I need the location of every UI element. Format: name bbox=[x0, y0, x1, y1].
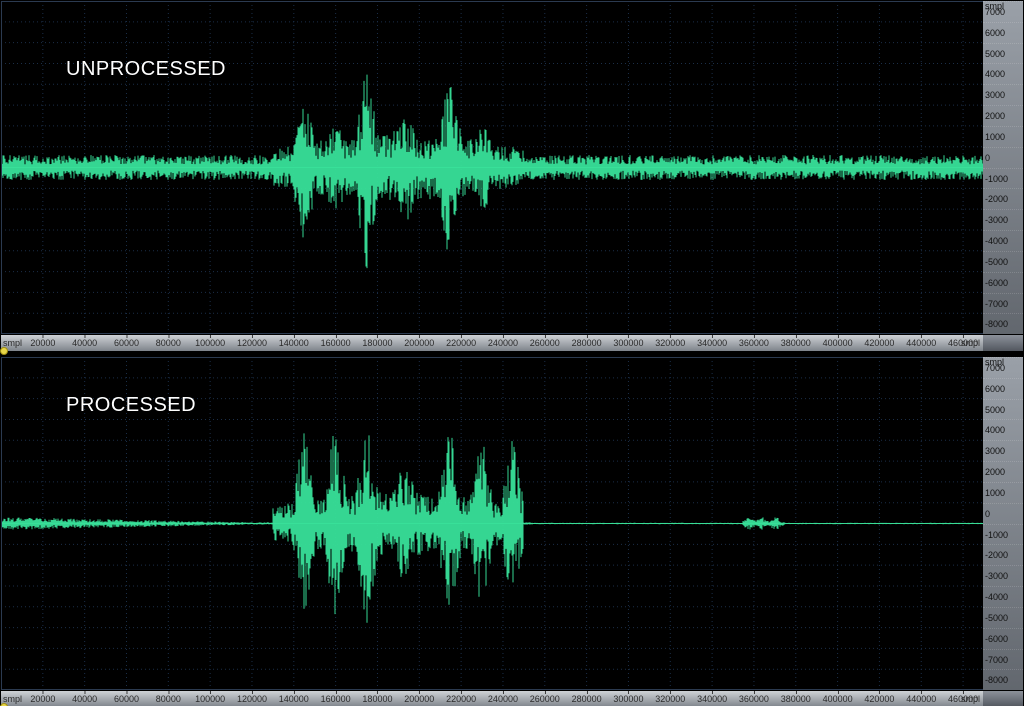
x-tick-label: 420000 bbox=[864, 338, 894, 348]
x-tick-label: 460000 bbox=[948, 338, 978, 348]
pane-processed: PROCESSED smpl 7000600050004000300020001… bbox=[0, 356, 1024, 706]
y-tick-label: -8000 bbox=[983, 670, 1023, 690]
y-tick-label: -7000 bbox=[983, 293, 1023, 314]
x-tick-label: 300000 bbox=[613, 338, 643, 348]
y-axis-unit: smpl bbox=[985, 1, 1004, 11]
x-tick-label: 440000 bbox=[906, 338, 936, 348]
y-tick-label: -5000 bbox=[983, 251, 1023, 272]
y-axis-unit: smpl bbox=[985, 357, 1004, 367]
x-tick-label: 360000 bbox=[739, 338, 769, 348]
page-root: UNPROCESSED smpl 70006000500040003000200… bbox=[0, 0, 1024, 706]
y-tick-label: 6000 bbox=[983, 378, 1023, 399]
x-tick-label: 260000 bbox=[530, 338, 560, 348]
y-tick-label: 1000 bbox=[983, 126, 1023, 147]
x-tick-label: 400000 bbox=[823, 694, 853, 704]
x-tick-label: 140000 bbox=[279, 338, 309, 348]
x-tick-label: 220000 bbox=[446, 694, 476, 704]
x-tick-label: 40000 bbox=[72, 694, 97, 704]
x-tick-label: 260000 bbox=[530, 694, 560, 704]
x-tick-label: 240000 bbox=[488, 694, 518, 704]
x-tick-label: 120000 bbox=[237, 694, 267, 704]
x-tick-label: 280000 bbox=[572, 694, 602, 704]
x-tick-label: 440000 bbox=[906, 694, 936, 704]
y-tick-label: -2000 bbox=[983, 545, 1023, 566]
y-tick-label: -4000 bbox=[983, 587, 1023, 608]
x-tick-label: 360000 bbox=[739, 694, 769, 704]
pane-title-unprocessed: UNPROCESSED bbox=[66, 58, 226, 81]
y-tick-label: 3000 bbox=[983, 441, 1023, 462]
x-tick-label: 420000 bbox=[864, 694, 894, 704]
y-tick-label: -5000 bbox=[983, 607, 1023, 628]
pane-unprocessed: UNPROCESSED smpl 70006000500040003000200… bbox=[0, 0, 1024, 351]
y-tick-label: 2000 bbox=[983, 106, 1023, 127]
x-tick-label: 340000 bbox=[697, 338, 727, 348]
x-tick-label: 200000 bbox=[404, 338, 434, 348]
waveform-plot-unprocessed bbox=[1, 1, 984, 334]
x-axis-unprocessed: smpl smpl 200004000060000800001000001200… bbox=[1, 335, 984, 351]
y-tick-label: -3000 bbox=[983, 210, 1023, 231]
y-tick-label: 0 bbox=[983, 147, 1023, 168]
y-tick-label: -1000 bbox=[983, 524, 1023, 545]
x-tick-label: 160000 bbox=[321, 338, 351, 348]
x-tick-label: 400000 bbox=[823, 338, 853, 348]
y-tick-label: 0 bbox=[983, 503, 1023, 524]
x-tick-label: 380000 bbox=[781, 338, 811, 348]
cursor-marker bbox=[0, 347, 8, 355]
y-tick-label: 6000 bbox=[983, 22, 1023, 43]
y-tick-label: 4000 bbox=[983, 420, 1023, 441]
x-tick-label: 240000 bbox=[488, 338, 518, 348]
x-tick-label: 280000 bbox=[572, 338, 602, 348]
y-tick-label: 1000 bbox=[983, 482, 1023, 503]
x-tick-label: 340000 bbox=[697, 694, 727, 704]
y-tick-label: 2000 bbox=[983, 462, 1023, 483]
x-tick-label: 120000 bbox=[237, 338, 267, 348]
y-tick-label: 5000 bbox=[983, 399, 1023, 420]
y-tick-label: 4000 bbox=[983, 64, 1023, 85]
y-tick-label: 3000 bbox=[983, 85, 1023, 106]
pane-title-processed: PROCESSED bbox=[66, 394, 196, 417]
x-tick-label: 300000 bbox=[613, 694, 643, 704]
x-axis-processed: smpl smpl 200004000060000800001000001200… bbox=[1, 691, 984, 706]
x-tick-label: 80000 bbox=[156, 694, 181, 704]
x-tick-label: 160000 bbox=[321, 694, 351, 704]
x-tick-label: 60000 bbox=[114, 694, 139, 704]
x-tick-label: 460000 bbox=[948, 694, 978, 704]
x-tick-label: 60000 bbox=[114, 338, 139, 348]
y-tick-label: -3000 bbox=[983, 566, 1023, 587]
x-tick-label: 40000 bbox=[72, 338, 97, 348]
y-tick-label: -4000 bbox=[983, 231, 1023, 252]
y-tick-label: -6000 bbox=[983, 272, 1023, 293]
x-tick-label: 380000 bbox=[781, 694, 811, 704]
x-tick-label: 20000 bbox=[30, 694, 55, 704]
x-tick-label: 320000 bbox=[655, 338, 685, 348]
x-tick-label: 20000 bbox=[30, 338, 55, 348]
x-tick-label: 180000 bbox=[362, 338, 392, 348]
y-axis-processed: smpl 70006000500040003000200010000-1000-… bbox=[983, 357, 1023, 690]
x-tick-label: 100000 bbox=[195, 694, 225, 704]
axis-corner bbox=[983, 335, 1023, 351]
x-tick-label: 200000 bbox=[404, 694, 434, 704]
y-tick-label: -8000 bbox=[983, 314, 1023, 334]
y-tick-label: -7000 bbox=[983, 649, 1023, 670]
y-tick-label: 5000 bbox=[983, 43, 1023, 64]
x-tick-label: 80000 bbox=[156, 338, 181, 348]
x-tick-label: 100000 bbox=[195, 338, 225, 348]
y-tick-label: -1000 bbox=[983, 168, 1023, 189]
x-tick-label: 320000 bbox=[655, 694, 685, 704]
x-tick-label: 180000 bbox=[362, 694, 392, 704]
y-axis-unprocessed: smpl 70006000500040003000200010000-1000-… bbox=[983, 1, 1023, 334]
axis-corner bbox=[983, 691, 1023, 706]
y-tick-label: -6000 bbox=[983, 628, 1023, 649]
y-tick-label: -2000 bbox=[983, 189, 1023, 210]
x-tick-label: 220000 bbox=[446, 338, 476, 348]
x-tick-label: 140000 bbox=[279, 694, 309, 704]
